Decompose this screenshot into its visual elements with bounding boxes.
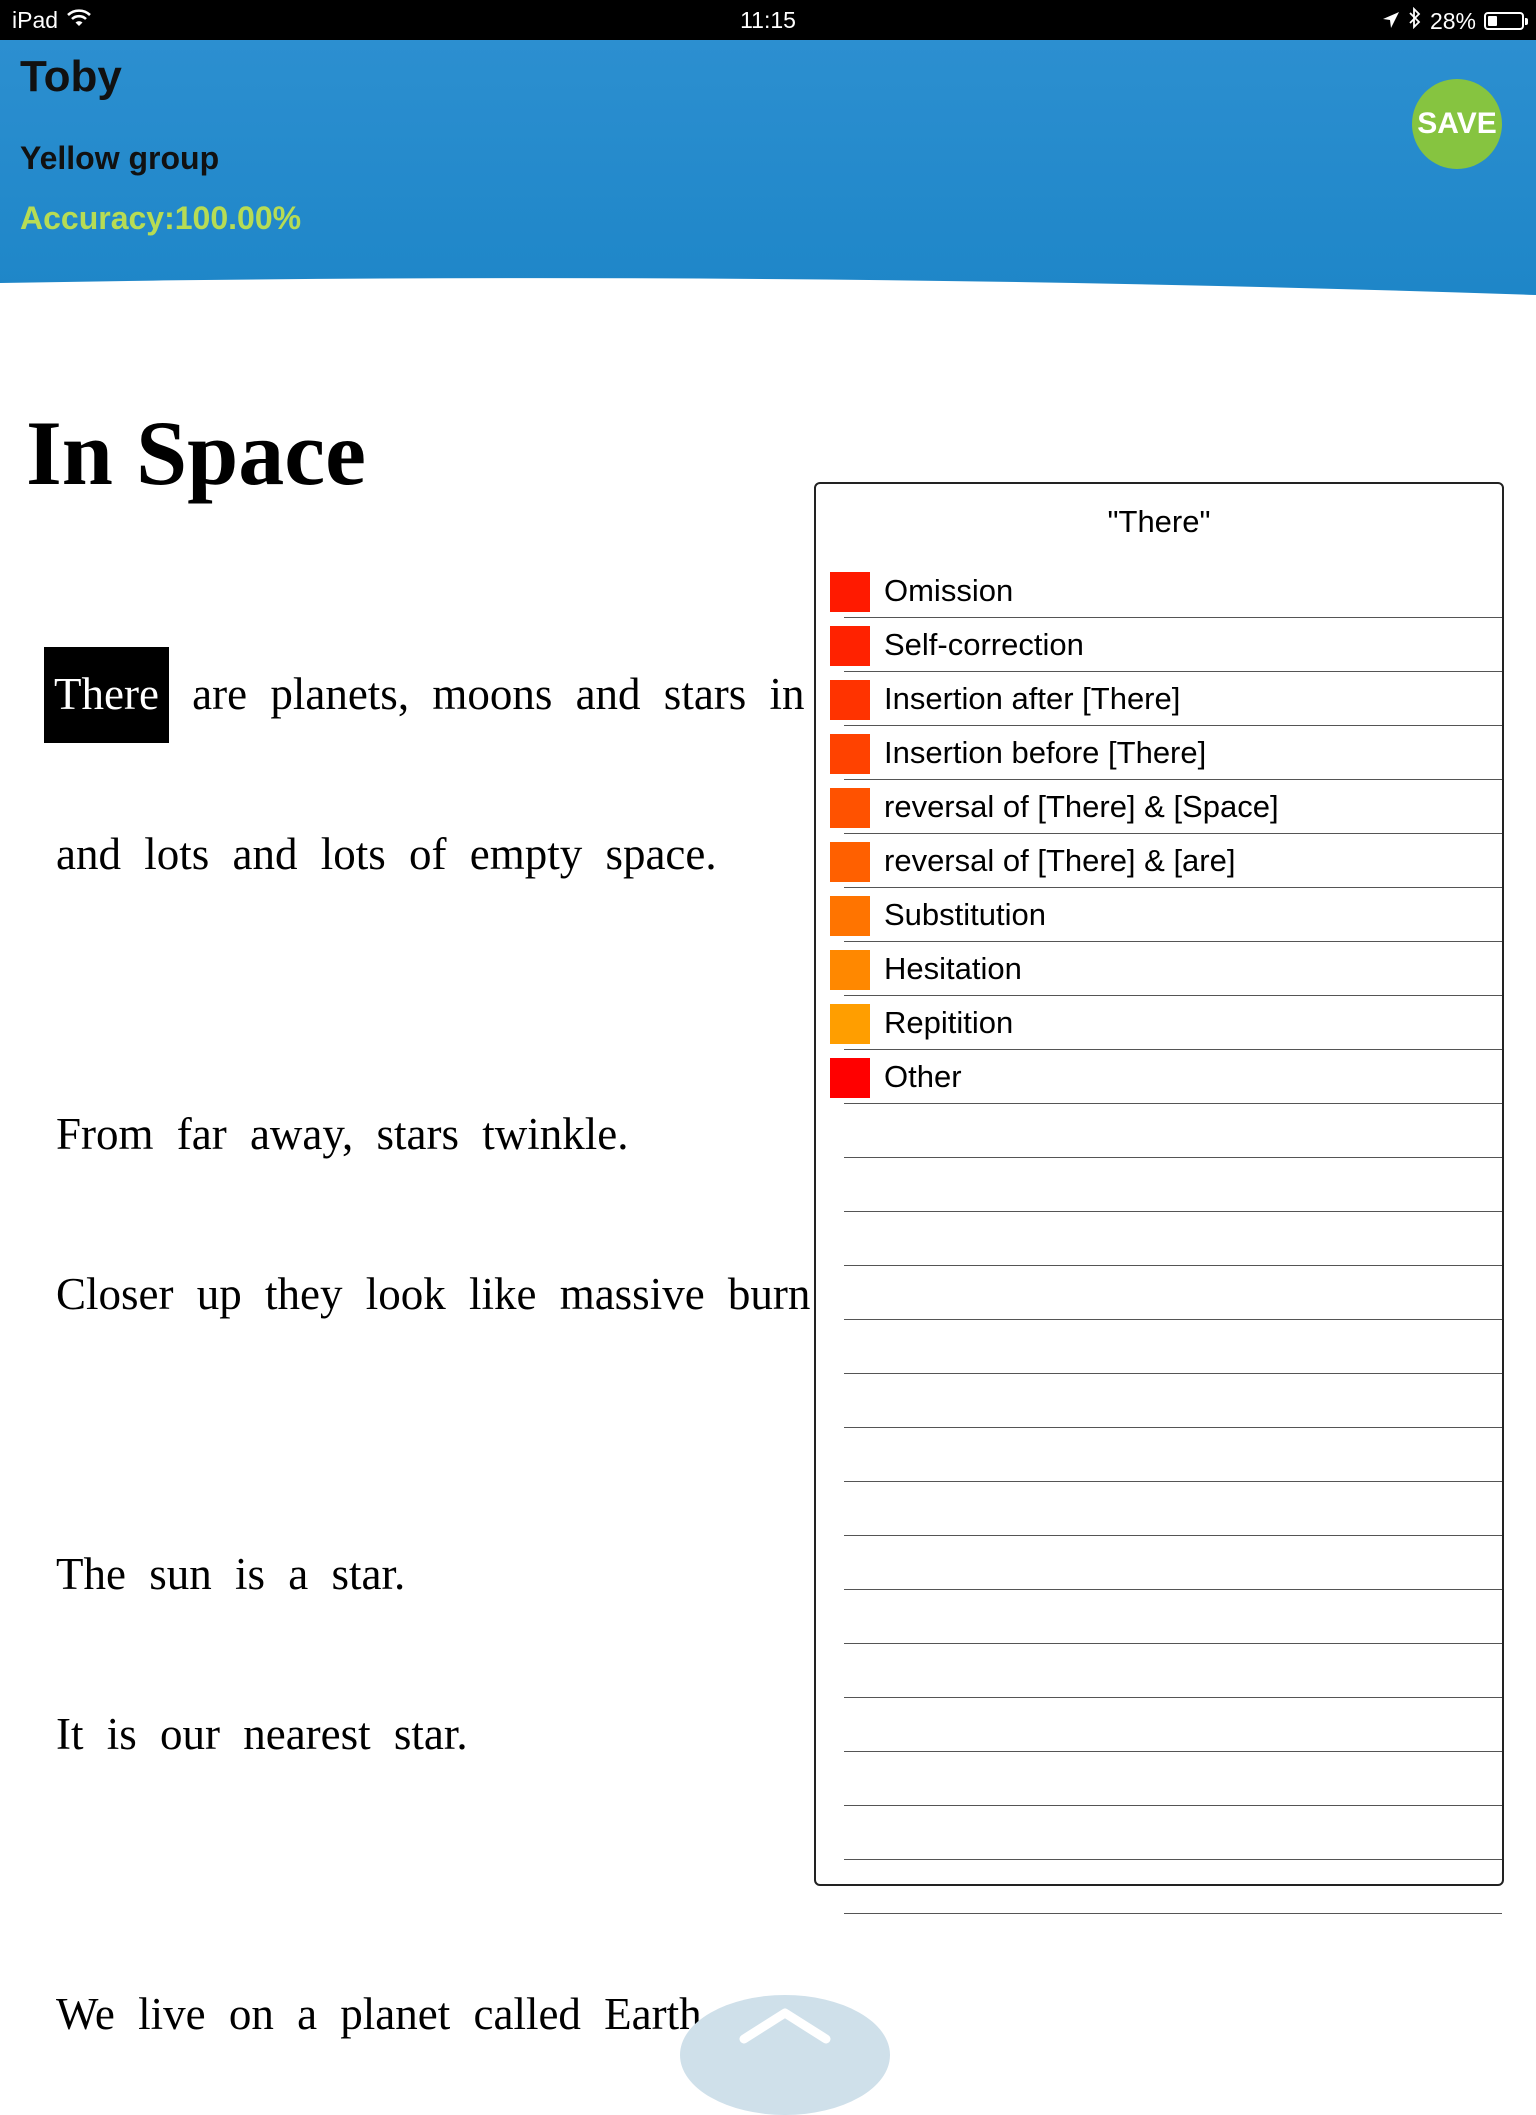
location-arrow-icon bbox=[1382, 8, 1400, 35]
error-option[interactable]: Insertion after [There] bbox=[816, 672, 1502, 726]
error-option[interactable]: Substitution bbox=[816, 888, 1502, 942]
chevron-up-icon bbox=[739, 2008, 831, 2044]
empty-row bbox=[816, 1320, 1502, 1374]
text-line-7[interactable]: We live on a planet called Earth bbox=[56, 1988, 702, 2040]
empty-row bbox=[816, 1428, 1502, 1482]
empty-row bbox=[816, 1266, 1502, 1320]
color-swatch bbox=[830, 788, 870, 828]
empty-row bbox=[816, 1374, 1502, 1428]
text-line-2[interactable]: and lots and lots of empty space. bbox=[56, 828, 717, 880]
battery-percentage: 28% bbox=[1429, 7, 1476, 34]
empty-row bbox=[816, 1590, 1502, 1644]
header-curve bbox=[0, 278, 1536, 295]
error-option-label: Substitution bbox=[884, 897, 1046, 932]
empty-row bbox=[816, 1158, 1502, 1212]
save-button[interactable]: SAVE bbox=[1412, 79, 1502, 169]
error-option-label: Repitition bbox=[884, 1005, 1014, 1040]
error-option-list: Omission Self-correction Insertion after… bbox=[816, 564, 1502, 1914]
status-time: 11:15 bbox=[740, 7, 796, 33]
pull-up-handle[interactable] bbox=[680, 1995, 890, 2115]
status-right: 28% bbox=[1382, 6, 1528, 35]
color-swatch bbox=[830, 626, 870, 666]
error-option[interactable]: Omission bbox=[816, 564, 1502, 618]
text-line-1: There are planets, moons and stars in bbox=[44, 647, 805, 743]
color-swatch bbox=[830, 734, 870, 774]
book-title: In Space bbox=[26, 402, 366, 504]
error-option-label: Insertion after [There] bbox=[884, 681, 1181, 716]
selected-word[interactable]: There bbox=[44, 647, 169, 743]
student-name: Toby bbox=[20, 52, 122, 101]
empty-row bbox=[816, 1698, 1502, 1752]
error-option[interactable]: Self-correction bbox=[816, 618, 1502, 672]
color-swatch bbox=[830, 896, 870, 936]
error-option[interactable]: reversal of [There] & [Space] bbox=[816, 780, 1502, 834]
error-option[interactable]: reversal of [There] & [are] bbox=[816, 834, 1502, 888]
divider bbox=[844, 1913, 1502, 1914]
color-swatch bbox=[830, 1004, 870, 1044]
battery-icon bbox=[1484, 12, 1528, 30]
empty-row bbox=[816, 1536, 1502, 1590]
empty-row bbox=[816, 1806, 1502, 1860]
error-option[interactable]: Repitition bbox=[816, 996, 1502, 1050]
error-option-label: reversal of [There] & [are] bbox=[884, 843, 1236, 878]
color-swatch bbox=[830, 1058, 870, 1098]
error-option-label: Insertion before [There] bbox=[884, 735, 1207, 770]
error-option[interactable]: Hesitation bbox=[816, 942, 1502, 996]
error-option-label: reversal of [There] & [Space] bbox=[884, 789, 1279, 824]
status-bar: iPad 11:15 28% bbox=[0, 0, 1536, 40]
error-option[interactable]: Insertion before [There] bbox=[816, 726, 1502, 780]
color-swatch bbox=[830, 950, 870, 990]
empty-row bbox=[816, 1482, 1502, 1536]
error-type-popup: "There" Omission Self-correction Inserti… bbox=[814, 482, 1504, 1914]
student-header: Toby Yellow group Accuracy:100.00% SAVE bbox=[0, 40, 1536, 295]
empty-row bbox=[816, 1104, 1502, 1158]
accuracy-label: Accuracy:100.00% bbox=[20, 200, 302, 236]
bluetooth-icon bbox=[1408, 6, 1422, 35]
group-name: Yellow group bbox=[20, 140, 220, 176]
text-line-6[interactable]: It is our nearest star. bbox=[56, 1708, 468, 1760]
color-swatch bbox=[830, 842, 870, 882]
text-line-1-rest[interactable]: are planets, moons and stars in bbox=[192, 669, 804, 719]
text-line-3[interactable]: From far away, stars twinkle. bbox=[56, 1108, 628, 1160]
empty-row bbox=[816, 1752, 1502, 1806]
error-option-label: Omission bbox=[884, 573, 1014, 608]
text-line-5[interactable]: The sun is a star. bbox=[56, 1548, 405, 1600]
error-option-label: Hesitation bbox=[884, 951, 1022, 986]
text-line-4[interactable]: Closer up they look like massive burn bbox=[56, 1268, 810, 1320]
popup-title: "There" bbox=[1107, 504, 1211, 539]
color-swatch bbox=[830, 572, 870, 612]
color-swatch bbox=[830, 680, 870, 720]
empty-row bbox=[816, 1644, 1502, 1698]
empty-row bbox=[816, 1860, 1502, 1914]
error-option-label: Self-correction bbox=[884, 627, 1084, 662]
empty-row bbox=[816, 1212, 1502, 1266]
error-option[interactable]: Other bbox=[816, 1050, 1502, 1104]
error-option-label: Other bbox=[884, 1059, 962, 1094]
